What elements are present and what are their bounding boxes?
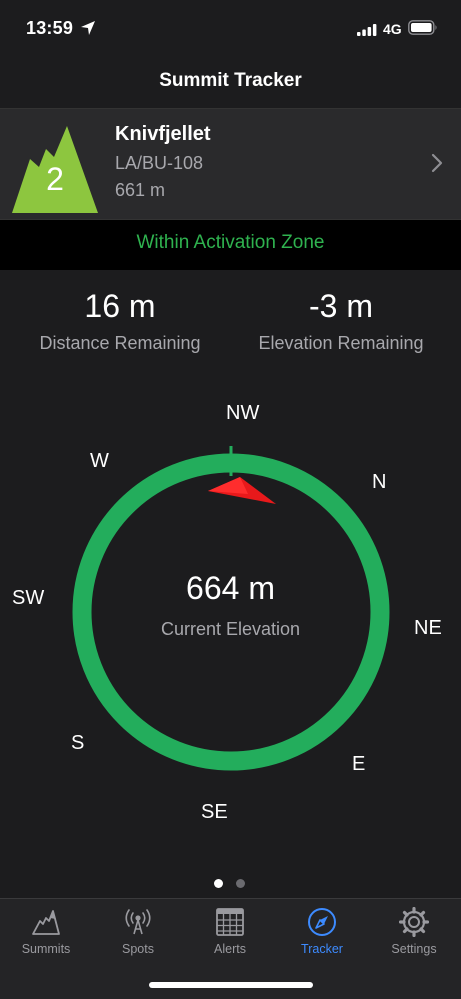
tab-spots[interactable]: Spots <box>92 899 184 969</box>
antenna-icon <box>125 909 151 935</box>
calendar-icon <box>216 908 244 936</box>
activation-zone-bar: Within Activation Zone <box>0 220 461 270</box>
elevation-remaining-value: -3 m <box>309 288 373 324</box>
mountain-icon <box>32 910 60 935</box>
compass-dir-w: W <box>90 450 109 472</box>
chevron-right-icon <box>431 153 443 173</box>
tab-label: Settings <box>391 942 437 956</box>
compass-ring <box>72 453 390 771</box>
compass-dir-nw: NW <box>226 402 260 424</box>
page-indicator[interactable] <box>214 879 254 889</box>
current-elevation-label: Current Elevation <box>160 619 301 639</box>
summit-card[interactable]: 2 Knivfjellet LA/BU-108 661 m <box>0 108 461 220</box>
summit-name: Knivfjellet <box>115 123 211 145</box>
compass-dir-se: SE <box>201 801 228 823</box>
compass-dir-e: E <box>352 753 366 775</box>
home-indicator[interactable] <box>149 982 313 988</box>
page-dot[interactable] <box>236 879 245 888</box>
activation-zone-status: Within Activation Zone <box>136 232 325 253</box>
compass-dir-s: S <box>71 732 85 754</box>
tab-tracker[interactable]: Tracker <box>276 899 368 969</box>
status-time: 13:59 <box>26 18 74 38</box>
tab-alerts[interactable]: Alerts <box>184 899 276 969</box>
current-elevation-value: 664 m <box>186 570 275 606</box>
summit-reference: LA/BU-108 <box>115 153 204 173</box>
distance-remaining-label: Distance Remaining <box>39 333 201 353</box>
compass-dir-n: N <box>372 471 387 493</box>
tab-label: Summits <box>21 942 71 956</box>
location-arrow-icon <box>81 21 95 35</box>
summit-points: 2 <box>46 161 64 197</box>
tab-label: Spots <box>122 942 154 956</box>
status-bar: 13:59 4G <box>0 0 461 58</box>
cellular-signal-icon <box>357 24 377 36</box>
compass-icon <box>308 908 336 936</box>
page-title: Summit Tracker <box>159 70 302 91</box>
elevation-remaining-label: Elevation Remaining <box>258 333 424 353</box>
summit-altitude: 661 m <box>115 180 166 200</box>
tab-label: Tracker <box>301 942 343 956</box>
distance-remaining-value: 16 m <box>84 288 156 324</box>
tab-summits[interactable]: Summits <box>0 899 92 969</box>
tab-label: Alerts <box>214 942 246 956</box>
tab-settings[interactable]: Settings <box>368 899 460 969</box>
battery-icon <box>408 20 437 35</box>
network-type: 4G <box>383 21 402 37</box>
gear-icon <box>399 907 429 937</box>
page-dot-active[interactable] <box>214 879 223 888</box>
